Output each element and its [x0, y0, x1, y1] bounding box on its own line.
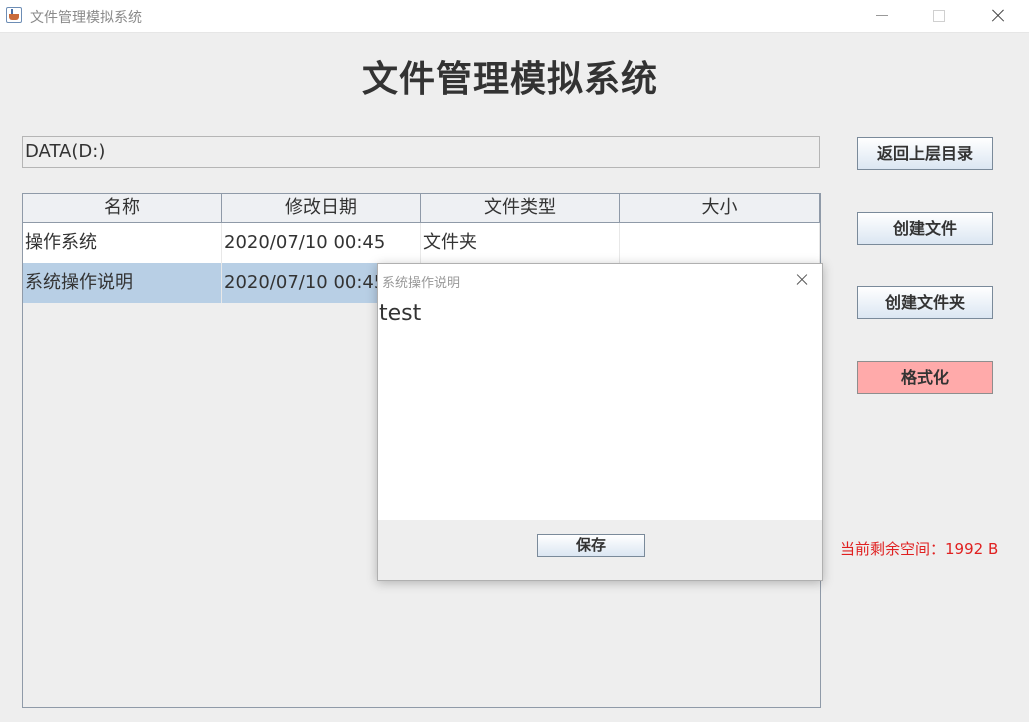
dialog-title: 系统操作说明 [382, 276, 461, 291]
column-header-type[interactable]: 文件类型 [421, 194, 620, 222]
close-icon[interactable] [786, 266, 818, 294]
file-content-textarea[interactable]: test [378, 296, 822, 520]
file-dialog: 系统操作说明 test 保存 [377, 263, 823, 581]
column-header-name[interactable]: 名称 [23, 194, 222, 222]
minimize-icon[interactable] [858, 0, 904, 32]
column-header-date[interactable]: 修改日期 [222, 194, 421, 222]
column-header-size[interactable]: 大小 [620, 194, 820, 222]
window-titlebar: 文件管理模拟系统 [0, 0, 1029, 33]
maximize-icon[interactable] [916, 0, 962, 32]
cell-size [620, 223, 820, 263]
java-app-icon [6, 7, 22, 23]
cell-name: 系统操作说明 [23, 263, 222, 303]
cell-date: 2020/07/10 00:45 [222, 223, 421, 263]
page-title: 文件管理模拟系统 [361, 59, 658, 100]
table-header: 名称 修改日期 文件类型 大小 [23, 194, 820, 223]
close-icon[interactable] [974, 0, 1020, 32]
create-file-button[interactable]: 创建文件 [857, 212, 993, 245]
format-button[interactable]: 格式化 [857, 361, 993, 394]
window-title: 文件管理模拟系统 [30, 10, 142, 26]
dialog-titlebar: 系统操作说明 [378, 264, 822, 296]
save-button[interactable]: 保存 [537, 534, 645, 557]
create-folder-button[interactable]: 创建文件夹 [857, 286, 993, 319]
path-field[interactable]: DATA(D:) [22, 136, 820, 168]
cell-name: 操作系统 [23, 223, 222, 263]
remaining-space-label: 当前剩余空间：1992 B [840, 540, 999, 558]
table-row[interactable]: 操作系统 2020/07/10 00:45 文件夹 [23, 223, 820, 263]
cell-type: 文件夹 [421, 223, 620, 263]
back-to-parent-button[interactable]: 返回上层目录 [857, 137, 993, 170]
